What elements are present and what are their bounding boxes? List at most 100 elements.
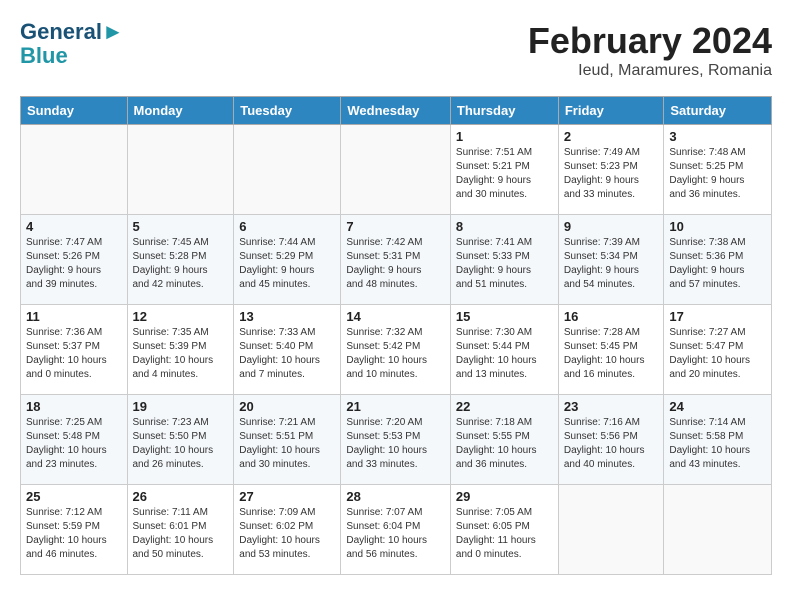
day-info: Sunrise: 7:33 AM Sunset: 5:40 PM Dayligh… [239, 326, 335, 382]
day-info: Sunrise: 7:12 AM Sunset: 5:59 PM Dayligh… [26, 506, 122, 562]
calendar-week-row: 18 Sunrise: 7:25 AM Sunset: 5:48 PM Dayli… [21, 395, 772, 485]
day-number: 1 [456, 129, 553, 144]
day-info: Sunrise: 7:38 AM Sunset: 5:36 PM Dayligh… [669, 236, 766, 292]
calendar-cell: 22Sunrise: 7:18 AM Sunset: 5:55 PM Dayli… [450, 395, 558, 485]
calendar-week-row: 4 Sunrise: 7:47 AM Sunset: 5:26 PM Daylig… [21, 215, 772, 305]
calendar-cell: 18 Sunrise: 7:25 AM Sunset: 5:48 PM Dayli… [21, 395, 128, 485]
day-info: Sunrise: 7:45 AM Sunset: 5:28 PM Dayligh… [133, 236, 229, 292]
calendar-cell: 23 Sunrise: 7:16 AM Sunset: 5:56 PM Dayli… [558, 395, 664, 485]
day-number: 10 [669, 219, 766, 234]
calendar-cell: 29 Sunrise: 7:05 AM Sunset: 6:05 PM Dayli… [450, 485, 558, 575]
day-number: 28 [346, 489, 445, 504]
calendar-table: SundayMondayTuesdayWednesdayThursdayFrid… [20, 96, 772, 575]
day-info: Sunrise: 7:41 AM Sunset: 5:33 PM Dayligh… [456, 236, 553, 292]
day-number: 4 [26, 219, 122, 234]
calendar-cell [127, 125, 234, 215]
calendar-cell: 17 Sunrise: 7:27 AM Sunset: 5:47 PM Dayli… [664, 305, 772, 395]
day-number: 6 [239, 219, 335, 234]
day-number: 25 [26, 489, 122, 504]
day-info: Sunrise: 7:32 AM Sunset: 5:42 PM Dayligh… [346, 326, 445, 382]
day-number: 12 [133, 309, 229, 324]
logo-subtext: Blue [20, 44, 124, 68]
day-number: 13 [239, 309, 335, 324]
day-number: 3 [669, 129, 766, 144]
calendar-cell [341, 125, 451, 215]
calendar-cell: 3 Sunrise: 7:48 AM Sunset: 5:25 PM Daylig… [664, 125, 772, 215]
calendar-cell [234, 125, 341, 215]
weekday-header: Monday [127, 97, 234, 125]
day-info: Sunrise: 7:09 AM Sunset: 6:02 PM Dayligh… [239, 506, 335, 562]
day-number: 11 [26, 309, 122, 324]
calendar-cell: 24Sunrise: 7:14 AM Sunset: 5:58 PM Dayli… [664, 395, 772, 485]
calendar-cell: 2Sunrise: 7:49 AM Sunset: 5:23 PM Daylig… [558, 125, 664, 215]
day-info: Sunrise: 7:21 AM Sunset: 5:51 PM Dayligh… [239, 416, 335, 472]
logo-text: General► [20, 20, 124, 44]
day-info: Sunrise: 7:20 AM Sunset: 5:53 PM Dayligh… [346, 416, 445, 472]
day-number: 7 [346, 219, 445, 234]
day-info: Sunrise: 7:39 AM Sunset: 5:34 PM Dayligh… [564, 236, 659, 292]
calendar-cell [664, 485, 772, 575]
calendar-cell: 9 Sunrise: 7:39 AM Sunset: 5:34 PM Daylig… [558, 215, 664, 305]
day-number: 15 [456, 309, 553, 324]
calendar-cell [21, 125, 128, 215]
weekday-header: Tuesday [234, 97, 341, 125]
calendar-cell: 27 Sunrise: 7:09 AM Sunset: 6:02 PM Dayli… [234, 485, 341, 575]
month-title: February 2024 [528, 20, 772, 62]
calendar-week-row: 11Sunrise: 7:36 AM Sunset: 5:37 PM Dayli… [21, 305, 772, 395]
day-info: Sunrise: 7:30 AM Sunset: 5:44 PM Dayligh… [456, 326, 553, 382]
calendar-cell [558, 485, 664, 575]
day-number: 26 [133, 489, 229, 504]
calendar-cell: 21Sunrise: 7:20 AM Sunset: 5:53 PM Dayli… [341, 395, 451, 485]
day-info: Sunrise: 7:11 AM Sunset: 6:01 PM Dayligh… [133, 506, 229, 562]
calendar-header-row: SundayMondayTuesdayWednesdayThursdayFrid… [21, 97, 772, 125]
calendar-cell: 25 Sunrise: 7:12 AM Sunset: 5:59 PM Dayli… [21, 485, 128, 575]
calendar-cell: 28 Sunrise: 7:07 AM Sunset: 6:04 PM Dayli… [341, 485, 451, 575]
day-info: Sunrise: 7:48 AM Sunset: 5:25 PM Dayligh… [669, 146, 766, 202]
day-info: Sunrise: 7:18 AM Sunset: 5:55 PM Dayligh… [456, 416, 553, 472]
day-number: 16 [564, 309, 659, 324]
day-number: 5 [133, 219, 229, 234]
calendar-cell: 8 Sunrise: 7:41 AM Sunset: 5:33 PM Daylig… [450, 215, 558, 305]
day-number: 27 [239, 489, 335, 504]
day-number: 29 [456, 489, 553, 504]
calendar-cell: 15 Sunrise: 7:30 AM Sunset: 5:44 PM Dayli… [450, 305, 558, 395]
day-number: 9 [564, 219, 659, 234]
day-number: 14 [346, 309, 445, 324]
weekday-header: Thursday [450, 97, 558, 125]
logo: General► Blue [20, 20, 124, 68]
day-info: Sunrise: 7:25 AM Sunset: 5:48 PM Dayligh… [26, 416, 122, 472]
day-info: Sunrise: 7:35 AM Sunset: 5:39 PM Dayligh… [133, 326, 229, 382]
calendar-week-row: 25 Sunrise: 7:12 AM Sunset: 5:59 PM Dayli… [21, 485, 772, 575]
calendar-cell: 7Sunrise: 7:42 AM Sunset: 5:31 PM Daylig… [341, 215, 451, 305]
calendar-cell: 12 Sunrise: 7:35 AM Sunset: 5:39 PM Dayli… [127, 305, 234, 395]
page-header: General► Blue February 2024 Ieud, Maramu… [20, 20, 772, 80]
day-number: 8 [456, 219, 553, 234]
calendar-cell: 4 Sunrise: 7:47 AM Sunset: 5:26 PM Daylig… [21, 215, 128, 305]
day-number: 2 [564, 129, 659, 144]
calendar-cell: 1Sunrise: 7:51 AM Sunset: 5:21 PM Daylig… [450, 125, 558, 215]
day-info: Sunrise: 7:44 AM Sunset: 5:29 PM Dayligh… [239, 236, 335, 292]
calendar-cell: 5 Sunrise: 7:45 AM Sunset: 5:28 PM Daylig… [127, 215, 234, 305]
day-info: Sunrise: 7:27 AM Sunset: 5:47 PM Dayligh… [669, 326, 766, 382]
calendar-cell: 6 Sunrise: 7:44 AM Sunset: 5:29 PM Daylig… [234, 215, 341, 305]
day-info: Sunrise: 7:47 AM Sunset: 5:26 PM Dayligh… [26, 236, 122, 292]
day-number: 17 [669, 309, 766, 324]
day-number: 18 [26, 399, 122, 414]
calendar-cell: 14 Sunrise: 7:32 AM Sunset: 5:42 PM Dayli… [341, 305, 451, 395]
day-info: Sunrise: 7:28 AM Sunset: 5:45 PM Dayligh… [564, 326, 659, 382]
calendar-cell: 26 Sunrise: 7:11 AM Sunset: 6:01 PM Dayli… [127, 485, 234, 575]
calendar-cell: 11Sunrise: 7:36 AM Sunset: 5:37 PM Dayli… [21, 305, 128, 395]
day-info: Sunrise: 7:16 AM Sunset: 5:56 PM Dayligh… [564, 416, 659, 472]
day-info: Sunrise: 7:05 AM Sunset: 6:05 PM Dayligh… [456, 506, 553, 562]
weekday-header: Sunday [21, 97, 128, 125]
location-title: Ieud, Maramures, Romania [528, 62, 772, 80]
calendar-cell: 16 Sunrise: 7:28 AM Sunset: 5:45 PM Dayli… [558, 305, 664, 395]
calendar-cell: 20Sunrise: 7:21 AM Sunset: 5:51 PM Dayli… [234, 395, 341, 485]
calendar-cell: 19Sunrise: 7:23 AM Sunset: 5:50 PM Dayli… [127, 395, 234, 485]
day-number: 19 [133, 399, 229, 414]
calendar-cell: 10 Sunrise: 7:38 AM Sunset: 5:36 PM Dayli… [664, 215, 772, 305]
day-number: 23 [564, 399, 659, 414]
day-info: Sunrise: 7:07 AM Sunset: 6:04 PM Dayligh… [346, 506, 445, 562]
calendar-cell: 13 Sunrise: 7:33 AM Sunset: 5:40 PM Dayli… [234, 305, 341, 395]
title-block: February 2024 Ieud, Maramures, Romania [528, 20, 772, 80]
